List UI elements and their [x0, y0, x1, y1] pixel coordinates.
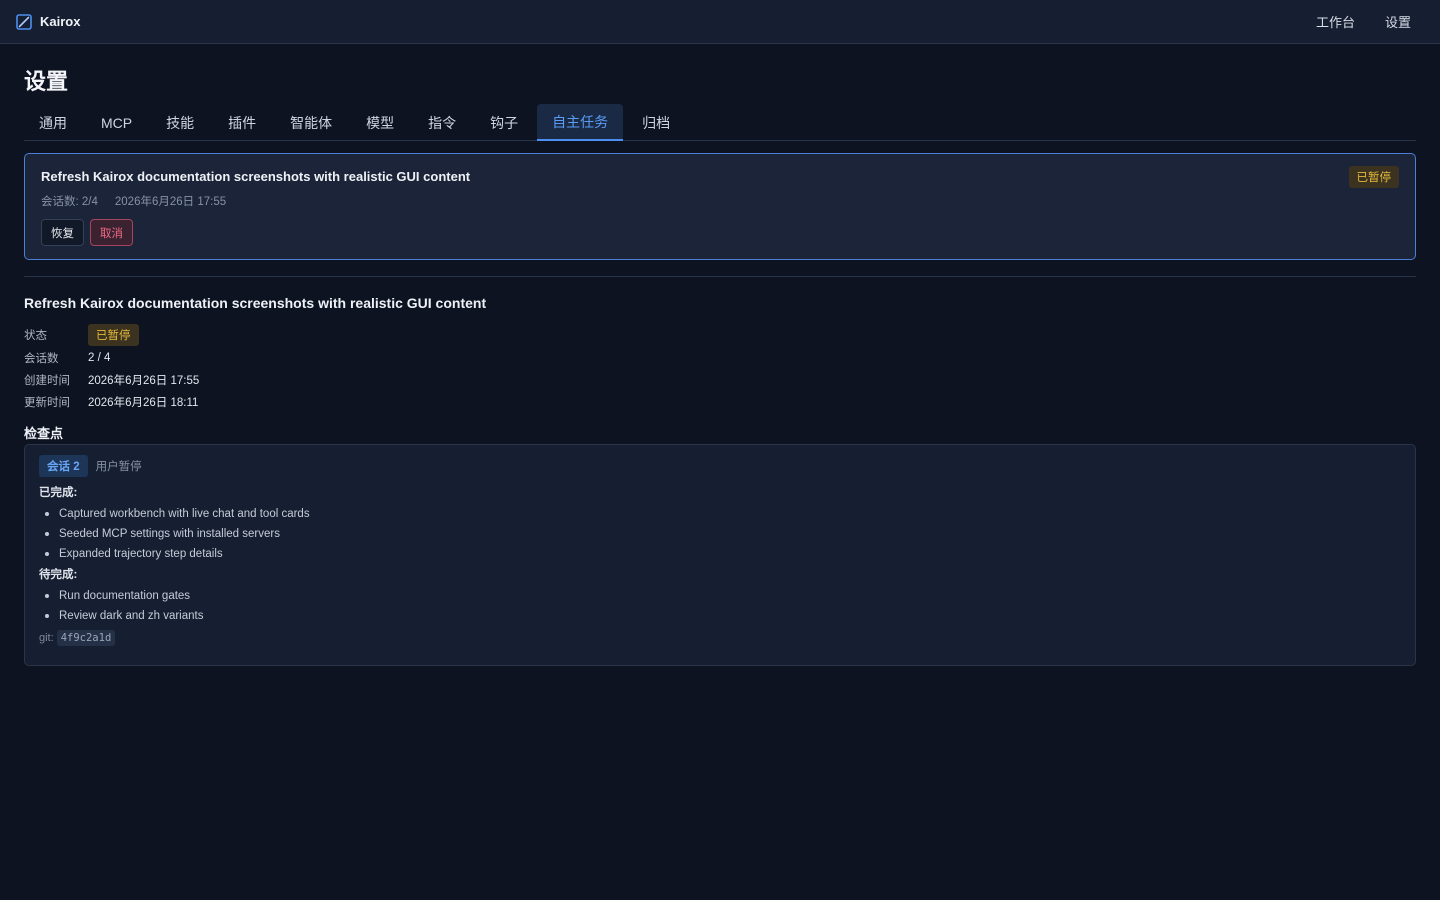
detail-value: 2026年6月26日 18:11	[88, 397, 199, 409]
status-badge: 已暂停	[1348, 166, 1399, 188]
list-item: Review dark and zh variants	[39, 606, 1401, 626]
top-bar: Kairox 工作台 设置	[0, 0, 1440, 44]
kairox-logo-icon	[16, 13, 32, 30]
tab-autonomous-tasks[interactable]: 自主任务	[537, 104, 624, 141]
tab-skills[interactable]: 技能	[151, 104, 209, 141]
list-item: Seeded MCP settings with installed serve…	[39, 524, 1401, 544]
detail-key: 会话数	[24, 353, 59, 365]
detail-value: 2026年6月26日 17:55	[88, 375, 200, 387]
tab-agents[interactable]: 智能体	[275, 104, 347, 141]
resume-button[interactable]: 恢复	[41, 219, 84, 246]
list-item: Run documentation gates	[39, 586, 1401, 606]
checkpoint-reason: 用户暂停	[95, 461, 142, 473]
settings-tabs: 通用 MCP 技能 插件 智能体 模型 指令 钩子 自主任务 归档	[24, 104, 1416, 141]
checkpoint-section-label: 检查点	[24, 426, 64, 441]
detail-title: Refresh Kairox documentation screenshots…	[24, 295, 487, 311]
detail-properties: 状态 已暂停 会话数 2 / 4 创建时间 2026年6月26日 17:55 更…	[24, 323, 1416, 413]
detail-key: 状态	[24, 330, 47, 342]
tab-general[interactable]: 通用	[24, 104, 82, 141]
checkpoint-card: 会话 2 用户暂停 已完成: Captured workbench with l…	[24, 444, 1416, 666]
detail-row-status: 状态 已暂停	[24, 323, 1416, 347]
task-card-sessions: 会话数: 2/4	[41, 196, 98, 208]
settings-content: 设置 通用 MCP 技能 插件 智能体 模型 指令 钩子 自主任务 归档 Ref…	[0, 67, 1440, 666]
list-item: Captured workbench with live chat and to…	[39, 504, 1401, 524]
page-title: 设置	[24, 69, 69, 94]
task-card-created: 2026年6月26日 17:55	[114, 196, 227, 208]
status-badge: 已暂停	[88, 324, 139, 346]
completed-label: 已完成:	[39, 487, 78, 499]
task-card-actions: 恢复 取消	[41, 219, 1399, 246]
session-tag: 会话 2	[39, 455, 88, 477]
cancel-button[interactable]: 取消	[90, 219, 133, 246]
detail-key: 创建时间	[24, 375, 70, 387]
completed-list: Captured workbench with live chat and to…	[39, 504, 1401, 564]
nav-settings[interactable]: 设置	[1370, 12, 1424, 31]
tab-plugins[interactable]: 插件	[213, 104, 271, 141]
pending-list: Run documentation gates Review dark and …	[39, 586, 1401, 626]
brand[interactable]: Kairox	[16, 13, 81, 30]
detail-value: 2 / 4	[88, 352, 111, 364]
tab-models[interactable]: 模型	[351, 104, 409, 141]
top-nav: 工作台 设置	[1301, 12, 1424, 31]
list-item: Expanded trajectory step details	[39, 544, 1401, 564]
detail-key: 更新时间	[24, 397, 70, 409]
divider	[24, 276, 1416, 277]
task-card[interactable]: Refresh Kairox documentation screenshots…	[24, 153, 1416, 260]
task-card-title: Refresh Kairox documentation screenshots…	[41, 169, 471, 184]
tab-mcp[interactable]: MCP	[86, 104, 147, 141]
task-card-meta: 会话数: 2/4 2026年6月26日 17:55	[41, 193, 1399, 209]
tab-archive[interactable]: 归档	[627, 104, 685, 141]
checkpoint-header: 会话 2 用户暂停	[39, 455, 1401, 477]
app-name: Kairox	[40, 14, 81, 29]
pending-label: 待完成:	[39, 569, 78, 581]
git-label: git:	[39, 632, 54, 644]
detail-row-created: 创建时间 2026年6月26日 17:55	[24, 369, 1416, 391]
detail-row-updated: 更新时间 2026年6月26日 18:11	[24, 391, 1416, 413]
git-hash: 4f9c2a1d	[56, 630, 116, 646]
tab-hooks[interactable]: 钩子	[475, 104, 533, 141]
nav-workbench[interactable]: 工作台	[1301, 12, 1370, 31]
tab-instructions[interactable]: 指令	[413, 104, 471, 141]
detail-row-sessions: 会话数 2 / 4	[24, 347, 1416, 369]
git-info: git: 4f9c2a1d	[39, 630, 1401, 646]
